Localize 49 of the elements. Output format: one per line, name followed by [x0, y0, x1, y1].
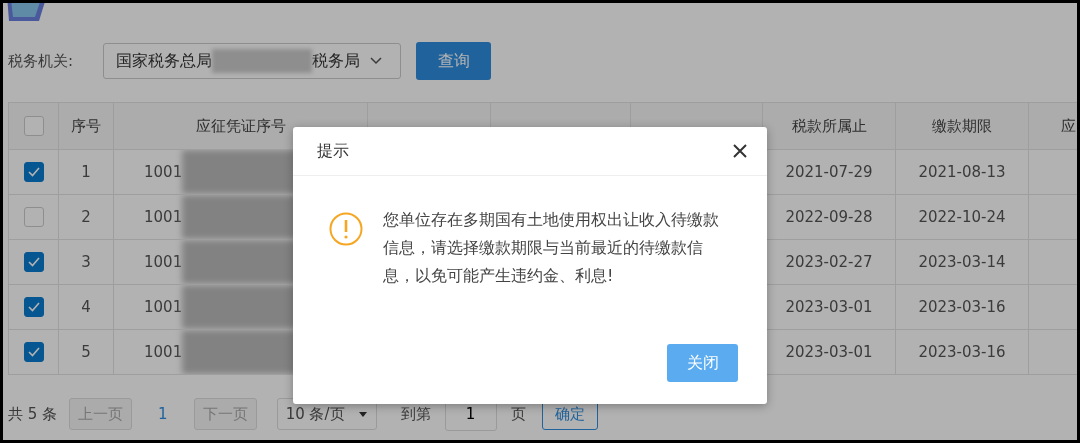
table-cell: 1001 [144, 297, 183, 316]
table-cell: 2 [81, 208, 91, 226]
check-icon [27, 257, 40, 267]
table-cell: 2023-03-14 [918, 253, 1006, 271]
checkbox[interactable] [23, 342, 44, 362]
table-cell: 1001 [144, 207, 183, 226]
check-icon [27, 347, 40, 357]
table-cell: 2021-07-29 [785, 163, 873, 181]
checkbox[interactable] [23, 252, 44, 272]
table-cell: 2023-03-16 [918, 298, 1006, 316]
filter-label: 税务机关: [8, 51, 75, 71]
check-icon [27, 167, 40, 177]
table-cell: 2023-02-27 [785, 253, 873, 271]
checkbox[interactable] [23, 162, 44, 182]
total-count: 共 5 条 [8, 404, 58, 424]
close-button[interactable]: 关闭 [667, 344, 738, 382]
table-cell: 2023-03-01 [785, 298, 873, 316]
table-cell: 2022-10-24 [918, 208, 1006, 226]
column-header: 应征凭证序号 [195, 116, 286, 135]
table-cell: 4 [81, 298, 91, 316]
warning-icon [329, 212, 363, 246]
dialog-title: 提示 [317, 140, 349, 162]
query-button[interactable]: 查询 [416, 42, 491, 80]
dialog-message: 您单位存在多期国有土地使用权出让收入待缴款信息，请选择缴款期限与当前最近的待缴款信息，以免可能产生违约金、利息! [383, 209, 720, 287]
close-icon[interactable] [733, 144, 747, 158]
table-cell: 1001 [144, 162, 183, 181]
table-cell: 1 [81, 163, 91, 181]
table-cell: 2022-09-28 [785, 208, 873, 226]
check-icon [27, 302, 40, 312]
table-cell: 1001 [144, 252, 183, 271]
chevron-down-icon [370, 57, 382, 65]
tax-office-select[interactable]: 国家税务总局 税务局 [103, 43, 401, 79]
column-header: 应 [1061, 116, 1076, 135]
page-unit-label: 页 [510, 404, 526, 424]
page-number[interactable]: 1 [158, 405, 168, 423]
checkbox[interactable] [23, 207, 44, 227]
table-cell: 3 [81, 253, 91, 271]
goto-label: 到第 [400, 404, 431, 424]
checkbox[interactable] [23, 297, 44, 317]
column-header: 序号 [71, 116, 101, 135]
column-header: 缴款期限 [932, 116, 992, 135]
table-cell: 2023-03-16 [918, 343, 1006, 361]
checkbox[interactable] [23, 116, 44, 136]
table-cell: 2023-03-01 [785, 343, 873, 361]
table-cell: 1001 [144, 342, 183, 361]
table-cell: 5 [81, 343, 91, 361]
column-header: 税款所属止 [791, 116, 867, 135]
table-cell: 2021-08-13 [918, 163, 1006, 181]
caret-down-icon [358, 411, 367, 417]
